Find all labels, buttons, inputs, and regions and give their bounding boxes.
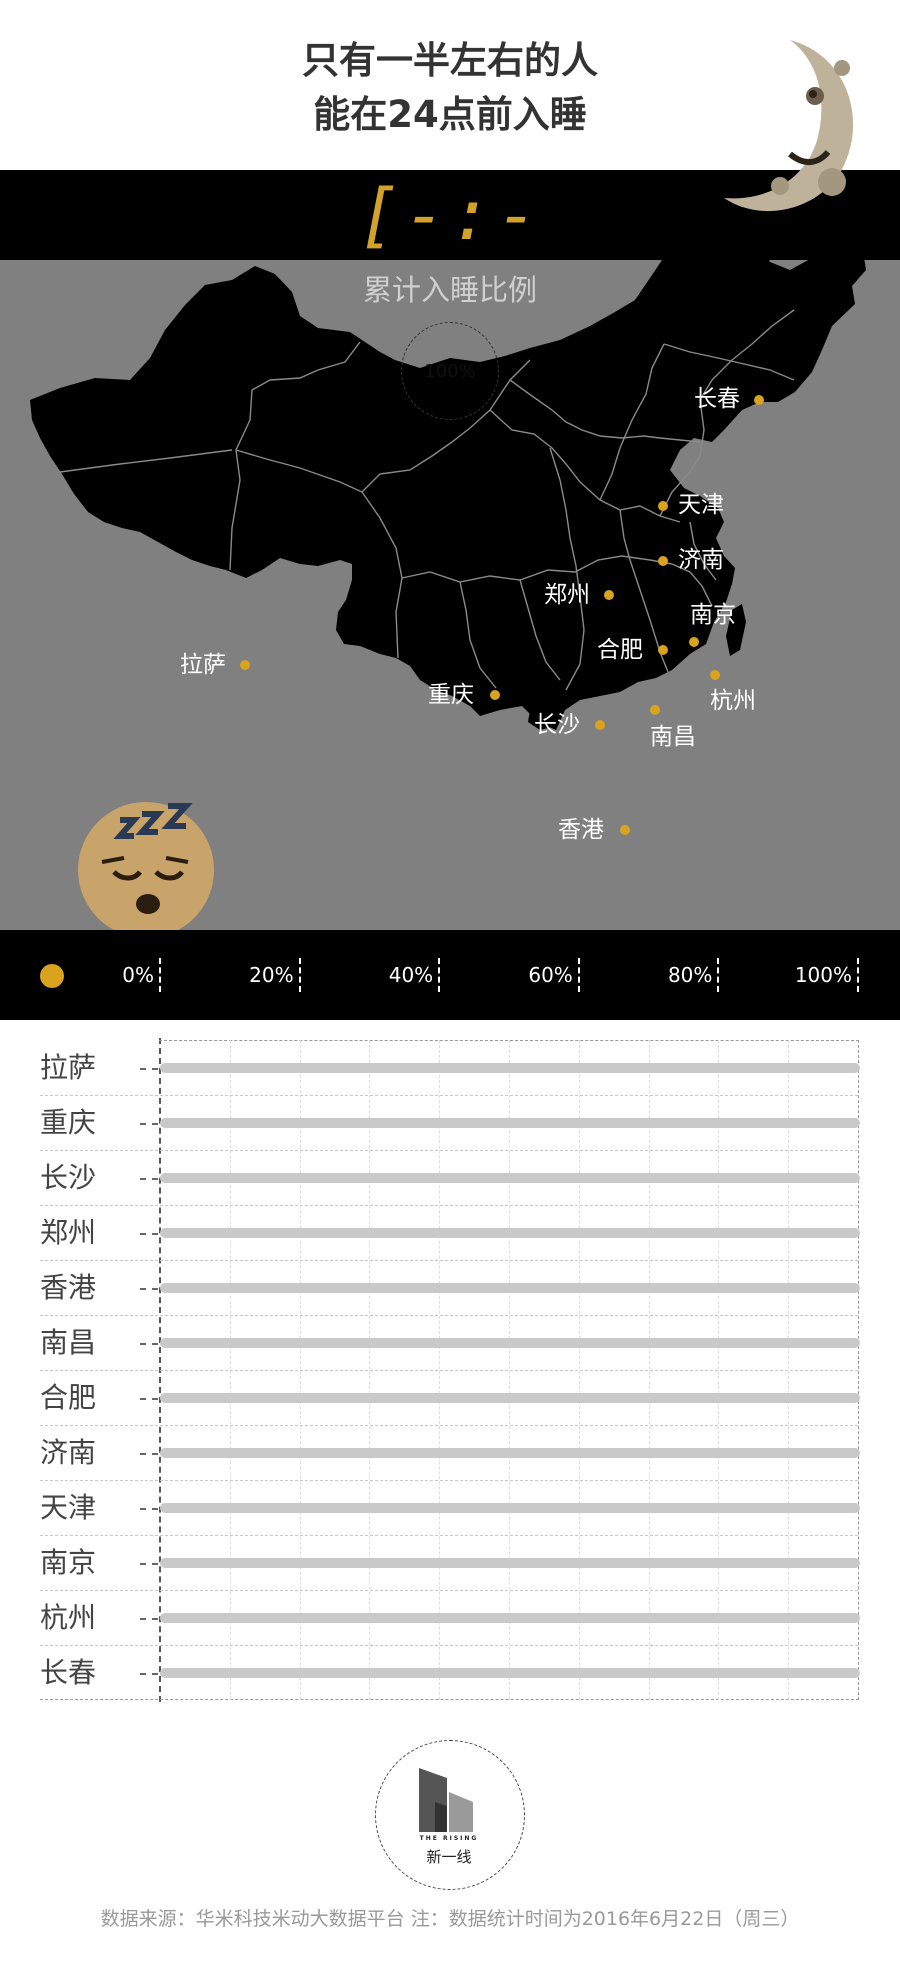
city-dot-zhengzhou (604, 590, 614, 600)
category-tick (140, 1177, 158, 1180)
logo-tagline: THE RISING (419, 1835, 479, 1842)
bar-track (160, 1392, 860, 1403)
city-label-nanjing: 南京 (690, 602, 736, 628)
category-label: 香港 (40, 1270, 97, 1304)
digital-clock: [-:--] (357, 174, 543, 342)
chart-frame-bottom (40, 1699, 859, 1700)
city-label-chongqing: 重庆 (428, 682, 474, 708)
city-label-zhengzhou: 郑州 (544, 582, 590, 608)
row-separator (40, 1150, 858, 1151)
city-dot-changsha (595, 720, 605, 730)
row-separator (40, 1480, 858, 1481)
row-separator (40, 1260, 858, 1261)
chart-frame-right (858, 1040, 859, 1700)
row-separator (40, 1315, 858, 1316)
category-label: 长沙 (40, 1160, 97, 1194)
row-separator (40, 1645, 858, 1646)
bar-track (160, 1612, 860, 1623)
category-tick (140, 1672, 158, 1675)
category-label: 合肥 (40, 1380, 97, 1414)
bar-track (160, 1172, 860, 1183)
bar-track (160, 1227, 860, 1238)
city-dot-nanjing (689, 637, 699, 647)
category-tick (140, 1342, 158, 1345)
the-rising-logo-icon (419, 1768, 473, 1832)
legend-tick-mark (857, 958, 859, 992)
city-label-tianjin: 天津 (678, 492, 724, 518)
city-dot-chongqing (490, 690, 500, 700)
legend-tick-label: 40% (388, 963, 434, 987)
category-tick (140, 1397, 158, 1400)
category-label: 长春 (40, 1655, 97, 1689)
city-dot-hangzhou (710, 670, 720, 680)
bar-track (160, 1117, 860, 1128)
category-tick (140, 1287, 158, 1290)
legend-dot (40, 964, 64, 988)
category-tick (140, 1452, 158, 1455)
row-separator (40, 1370, 858, 1371)
crescent-moon-face-icon (724, 40, 854, 212)
category-label: 重庆 (40, 1105, 97, 1139)
legend-tick-label: 0% (122, 963, 154, 987)
category-tick (140, 1507, 158, 1510)
category-tick (140, 1617, 158, 1620)
category-label: 南昌 (40, 1325, 97, 1359)
footer-note: 数据来源：华米科技米动大数据平台 注：数据统计时间为2016年6月22日（周三） (100, 1908, 800, 1930)
city-label-hongkong: 香港 (558, 817, 604, 843)
city-label-hefei: 合肥 (597, 637, 643, 663)
category-label: 济南 (40, 1435, 97, 1469)
category-label: 杭州 (40, 1600, 97, 1634)
category-label: 天津 (40, 1490, 97, 1524)
legend-tick-mark (577, 958, 580, 992)
legend-tick-mark (438, 958, 441, 992)
legend-tick-mark (159, 958, 161, 992)
category-label: 南京 (40, 1545, 97, 1579)
city-dot-changchun (754, 395, 764, 405)
row-separator (40, 1205, 858, 1206)
bar-track (160, 1502, 860, 1513)
overall-percent: 100% (424, 360, 476, 382)
category-tick (140, 1067, 158, 1070)
city-label-lhasa: 拉萨 (180, 652, 226, 678)
city-dot-tianjin (658, 501, 668, 511)
legend-tick-mark (298, 958, 301, 992)
bar-track (160, 1557, 860, 1568)
city-dot-hefei (658, 645, 668, 655)
bar-track (160, 1282, 860, 1293)
city-label-changchun: 长春 (694, 386, 740, 412)
category-tick (140, 1232, 158, 1235)
legend-tick-label: 80% (667, 963, 713, 987)
row-separator (40, 1095, 858, 1096)
city-label-hangzhou: 杭州 (710, 688, 756, 714)
city-dot-lhasa (240, 660, 250, 670)
map-subtitle: 累计入睡比例 (362, 273, 537, 307)
legend-tick-label: 60% (528, 963, 573, 987)
legend-tick-label: 100% (794, 963, 852, 987)
category-tick (140, 1562, 158, 1565)
bar-track (160, 1062, 860, 1073)
legend-tick-mark (717, 958, 720, 992)
logo-name: 新一线 (426, 1848, 472, 1866)
legend-tick-label: 20% (249, 963, 294, 987)
sleeping-face-icon (78, 802, 214, 933)
bar-track (160, 1337, 860, 1348)
row-separator (40, 1425, 858, 1426)
bar-track (160, 1447, 860, 1458)
category-tick (140, 1122, 158, 1125)
overall-percent-circle: 100% (401, 322, 499, 420)
city-dot-hongkong (620, 825, 630, 835)
city-label-jinan: 济南 (678, 547, 724, 573)
category-label: 郑州 (40, 1215, 97, 1249)
row-separator (40, 1590, 858, 1591)
city-label-changsha: 长沙 (534, 712, 580, 738)
city-dot-jinan (658, 556, 668, 566)
city-label-nanchang: 南昌 (650, 724, 696, 750)
bar-track (160, 1667, 860, 1678)
category-label: 拉萨 (40, 1050, 97, 1084)
row-separator (40, 1535, 858, 1536)
city-dot-nanchang (650, 705, 660, 715)
